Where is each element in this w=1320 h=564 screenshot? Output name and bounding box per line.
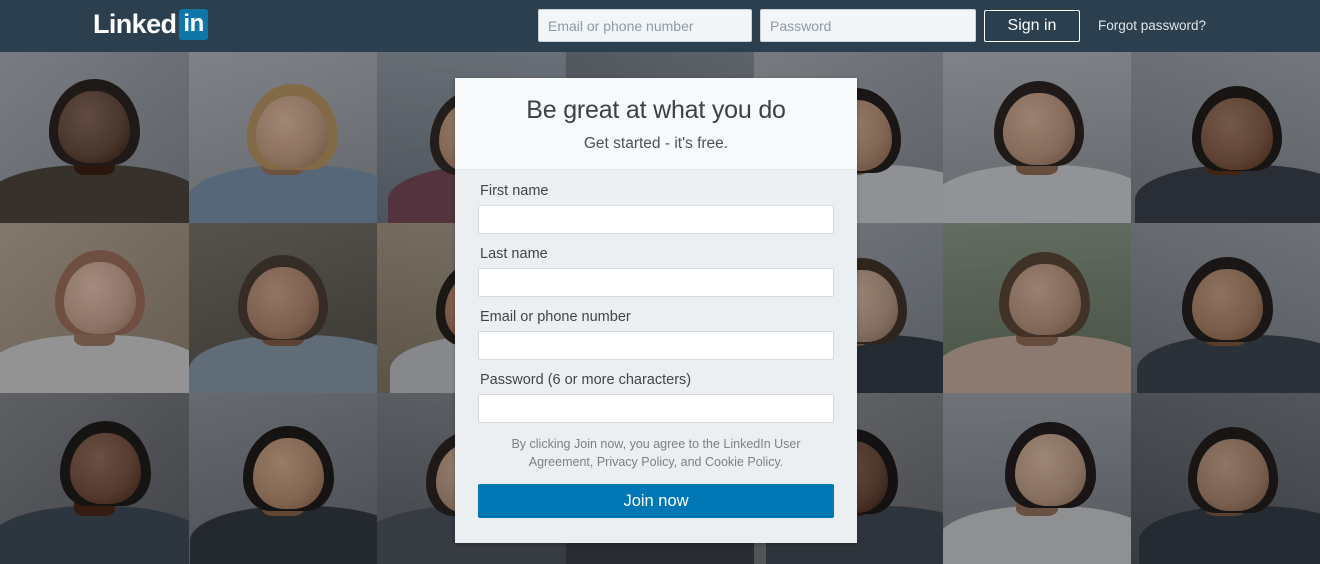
forgot-password-link[interactable]: Forgot password? xyxy=(1098,18,1206,33)
logo-wordmark: Linked xyxy=(93,8,177,39)
sign-in-button[interactable]: Sign in xyxy=(984,10,1080,42)
join-now-button[interactable]: Join now xyxy=(478,484,834,519)
signin-password-input[interactable] xyxy=(760,9,976,42)
password-input[interactable] xyxy=(478,394,834,423)
signup-form: First name Last name Email or phone numb… xyxy=(455,170,857,519)
first-name-label: First name xyxy=(480,183,549,199)
linkedin-signup-page: Linkedin Sign in Forgot password? Be gre… xyxy=(0,0,1320,564)
signup-subtitle: Get started - it's free. xyxy=(583,135,729,152)
logo-in-badge: in xyxy=(179,8,208,40)
legal-disclaimer: By clicking Join now, you agree to the L… xyxy=(511,437,801,470)
last-name-label: Last name xyxy=(480,246,548,262)
signup-card: Be great at what you do Get started - it… xyxy=(455,78,857,543)
last-name-input[interactable] xyxy=(478,268,834,297)
email-or-phone-input[interactable] xyxy=(478,331,834,360)
linkedin-logo[interactable]: Linked in xyxy=(93,8,208,40)
signup-card-header: Be great at what you do Get started - it… xyxy=(455,78,857,170)
signin-email-input[interactable] xyxy=(538,9,752,42)
email-or-phone-label: Email or phone number xyxy=(480,309,631,325)
top-navigation-bar: Linkedin Sign in Forgot password? xyxy=(0,0,1320,52)
signup-title: Be great at what you do xyxy=(526,96,786,124)
first-name-input[interactable] xyxy=(478,205,834,234)
password-label: Password (6 or more characters) xyxy=(480,372,692,388)
